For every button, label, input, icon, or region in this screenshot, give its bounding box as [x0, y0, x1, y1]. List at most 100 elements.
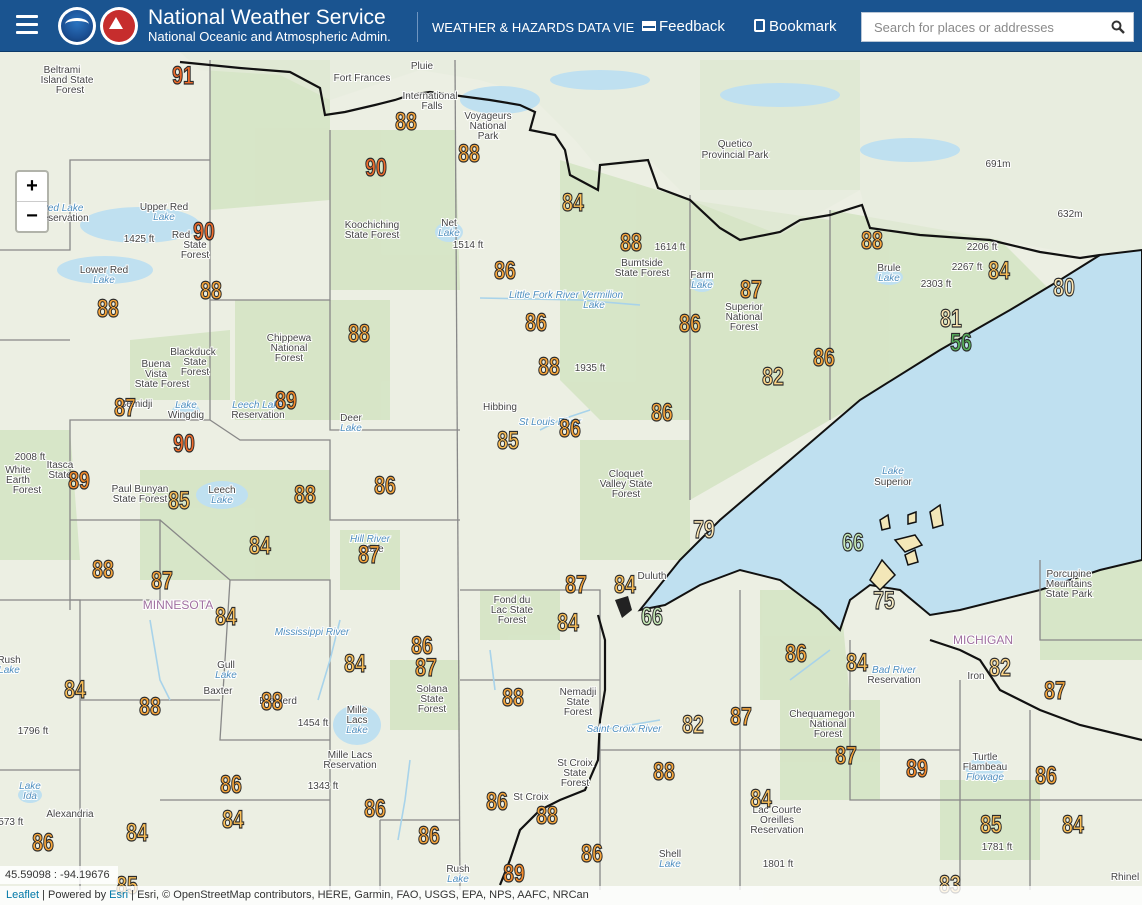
temperature-label[interactable]: 86: [32, 828, 55, 857]
temperature-label[interactable]: 82: [682, 710, 705, 739]
temperature-label[interactable]: 86: [525, 308, 548, 337]
temperature-label[interactable]: 89: [906, 754, 929, 783]
temperature-label[interactable]: 79: [693, 515, 716, 544]
temperature-label[interactable]: 87: [114, 393, 137, 422]
temperature-label[interactable]: 86: [220, 770, 243, 799]
temperature-label[interactable]: 86: [494, 256, 517, 285]
temperature-label[interactable]: 89: [275, 386, 298, 415]
temperature-label[interactable]: 90: [365, 153, 388, 182]
place-label: Lake: [215, 670, 237, 681]
temperature-label[interactable]: 75: [873, 586, 896, 615]
feedback-button[interactable]: Feedback: [642, 18, 725, 35]
viewer-menu-button[interactable]: WEATHER & HAZARDS DATA VIE: [432, 20, 634, 35]
temperature-label[interactable]: 82: [989, 653, 1012, 682]
place-label: State Forest: [113, 494, 168, 505]
temperature-label[interactable]: 88: [200, 276, 223, 305]
place-label: Fort Frances: [334, 73, 391, 84]
bookmark-button[interactable]: Bookmark: [754, 18, 837, 35]
temperature-label[interactable]: 86: [581, 839, 604, 868]
temperature-label[interactable]: 88: [653, 757, 676, 786]
menu-icon[interactable]: [16, 15, 38, 35]
temperature-label[interactable]: 84: [126, 818, 149, 847]
temperature-label[interactable]: 86: [679, 309, 702, 338]
place-label: Forest: [814, 729, 843, 740]
search-input[interactable]: [862, 13, 1114, 41]
temperature-label[interactable]: 84: [344, 649, 367, 678]
temperature-label[interactable]: 87: [358, 540, 381, 569]
temperature-label[interactable]: 87: [740, 275, 763, 304]
temperature-label[interactable]: 88: [538, 352, 561, 381]
temperature-label[interactable]: 85: [168, 486, 191, 515]
place-label: Forest: [56, 85, 85, 96]
temperature-label[interactable]: 86: [486, 787, 509, 816]
bookmark-label: Bookmark: [769, 18, 837, 35]
place-label: Lake: [878, 273, 900, 284]
temperature-label[interactable]: 82: [762, 362, 785, 391]
temperature-label[interactable]: 88: [861, 226, 884, 255]
nws-logo[interactable]: [100, 7, 138, 45]
place-label: Saint Croix River: [586, 724, 662, 735]
temperature-label[interactable]: 84: [557, 608, 580, 637]
temperature-label[interactable]: 88: [395, 107, 418, 136]
esri-link[interactable]: Esri: [109, 889, 128, 901]
temperature-label[interactable]: 88: [502, 683, 525, 712]
temperature-label[interactable]: 87: [415, 653, 438, 682]
temperature-label[interactable]: 85: [497, 426, 520, 455]
temperature-label[interactable]: 84: [614, 570, 637, 599]
temperature-label[interactable]: 84: [846, 648, 869, 677]
place-label: 1454 ft: [298, 718, 329, 729]
temperature-label[interactable]: 86: [559, 414, 582, 443]
temperature-label[interactable]: 84: [750, 784, 773, 813]
temperature-label[interactable]: 66: [641, 602, 664, 631]
place-label: Lake: [153, 212, 175, 223]
place-label: 1343 ft: [308, 781, 339, 792]
temperature-label[interactable]: 87: [835, 741, 858, 770]
temperature-label[interactable]: 88: [620, 228, 643, 257]
search-icon[interactable]: [1111, 20, 1125, 34]
place-label: Lake: [340, 423, 362, 434]
temperature-label[interactable]: 87: [151, 566, 174, 595]
temperature-label[interactable]: 86: [813, 343, 836, 372]
zoom-out-button[interactable]: −: [17, 202, 47, 231]
temperature-label[interactable]: 80: [1053, 273, 1076, 302]
temperature-label[interactable]: 88: [294, 480, 317, 509]
temperature-label[interactable]: 86: [1035, 761, 1058, 790]
temperature-label[interactable]: 86: [418, 821, 441, 850]
temperature-label[interactable]: 88: [348, 319, 371, 348]
place-label: Lake: [0, 665, 20, 676]
temperature-label[interactable]: 87: [1044, 676, 1067, 705]
place-label: Baxter: [204, 686, 234, 697]
temperature-label[interactable]: 89: [68, 466, 91, 495]
temperature-label[interactable]: 84: [64, 675, 87, 704]
temperature-label[interactable]: 88: [536, 801, 559, 830]
temperature-label[interactable]: 88: [261, 687, 284, 716]
temperature-label[interactable]: 56: [950, 328, 973, 357]
temperature-label[interactable]: 88: [458, 139, 481, 168]
place-label: Forest: [13, 485, 42, 496]
zoom-in-button[interactable]: +: [17, 172, 47, 202]
temperature-label[interactable]: 87: [730, 702, 753, 731]
temperature-label[interactable]: 89: [503, 859, 526, 888]
temperature-label[interactable]: 91: [172, 61, 195, 90]
temperature-label[interactable]: 84: [215, 602, 238, 631]
temperature-label[interactable]: 90: [173, 429, 196, 458]
temperature-label[interactable]: 86: [785, 639, 808, 668]
temperature-label[interactable]: 87: [565, 570, 588, 599]
temperature-label[interactable]: 84: [988, 256, 1011, 285]
temperature-label[interactable]: 90: [193, 217, 216, 246]
temperature-label[interactable]: 88: [139, 692, 162, 721]
temperature-label[interactable]: 84: [222, 805, 245, 834]
temperature-label[interactable]: 86: [651, 398, 674, 427]
temperature-label[interactable]: 66: [842, 528, 865, 557]
noaa-logo[interactable]: [58, 7, 96, 45]
temperature-label[interactable]: 86: [364, 794, 387, 823]
temperature-label[interactable]: 88: [97, 294, 120, 323]
temperature-label[interactable]: 84: [562, 188, 585, 217]
temperature-label[interactable]: 84: [1062, 810, 1085, 839]
map-canvas[interactable]: Beltrami Island State Forest Fort Frances Pl…: [0, 52, 1142, 905]
temperature-label[interactable]: 84: [249, 531, 272, 560]
temperature-label[interactable]: 88: [92, 555, 115, 584]
leaflet-link[interactable]: Leaflet: [6, 889, 39, 901]
temperature-label[interactable]: 85: [980, 810, 1003, 839]
temperature-label[interactable]: 86: [374, 471, 397, 500]
